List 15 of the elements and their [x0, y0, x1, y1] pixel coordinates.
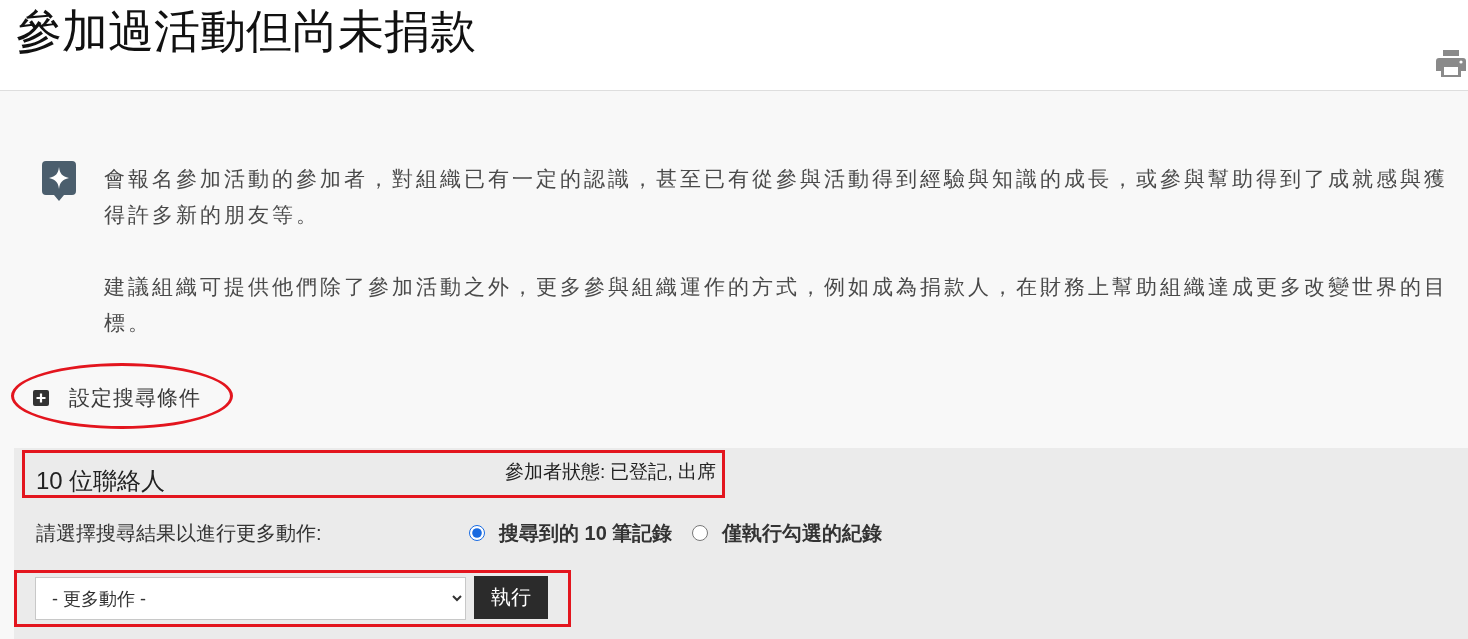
search-criteria-toggle[interactable]: 設定搜尋條件 [33, 384, 201, 412]
run-button[interactable]: 執行 [474, 576, 548, 619]
radio-button[interactable] [469, 525, 485, 541]
radio-label[interactable]: 僅執行勾選的紀錄 [722, 519, 883, 547]
sparkle-tip-icon [42, 161, 76, 201]
help-paragraph: 會報名參加活動的參加者，對組織已有一定的認識，甚至已有從參與活動得到經驗與知識的成長，或參與幫助得到了成就感與獲得許多新的朋友等。 [104, 166, 1449, 228]
help-paragraph: 建議組織可提供他們除了參加活動之外，更多參與組織運作的方式，例如成為捐款人，在財務上幫助組織達成更多改變世界的目標。 [104, 274, 1449, 336]
printer-icon[interactable] [1436, 50, 1466, 77]
filter-summary: 參加者狀態: 已登記, 出席 [504, 460, 716, 484]
contact-count: 10 位聯絡人 [36, 467, 166, 495]
selection-prompt: 請選擇搜尋結果以進行更多動作: [36, 520, 323, 546]
page-title: 參加過活動但尚未捐款 [16, 4, 476, 54]
radio-button[interactable] [692, 525, 709, 541]
radio-label[interactable]: 搜尋到的 10 筆記錄 [499, 519, 673, 547]
actions-dropdown[interactable]: - 更多動作 - [35, 577, 466, 620]
